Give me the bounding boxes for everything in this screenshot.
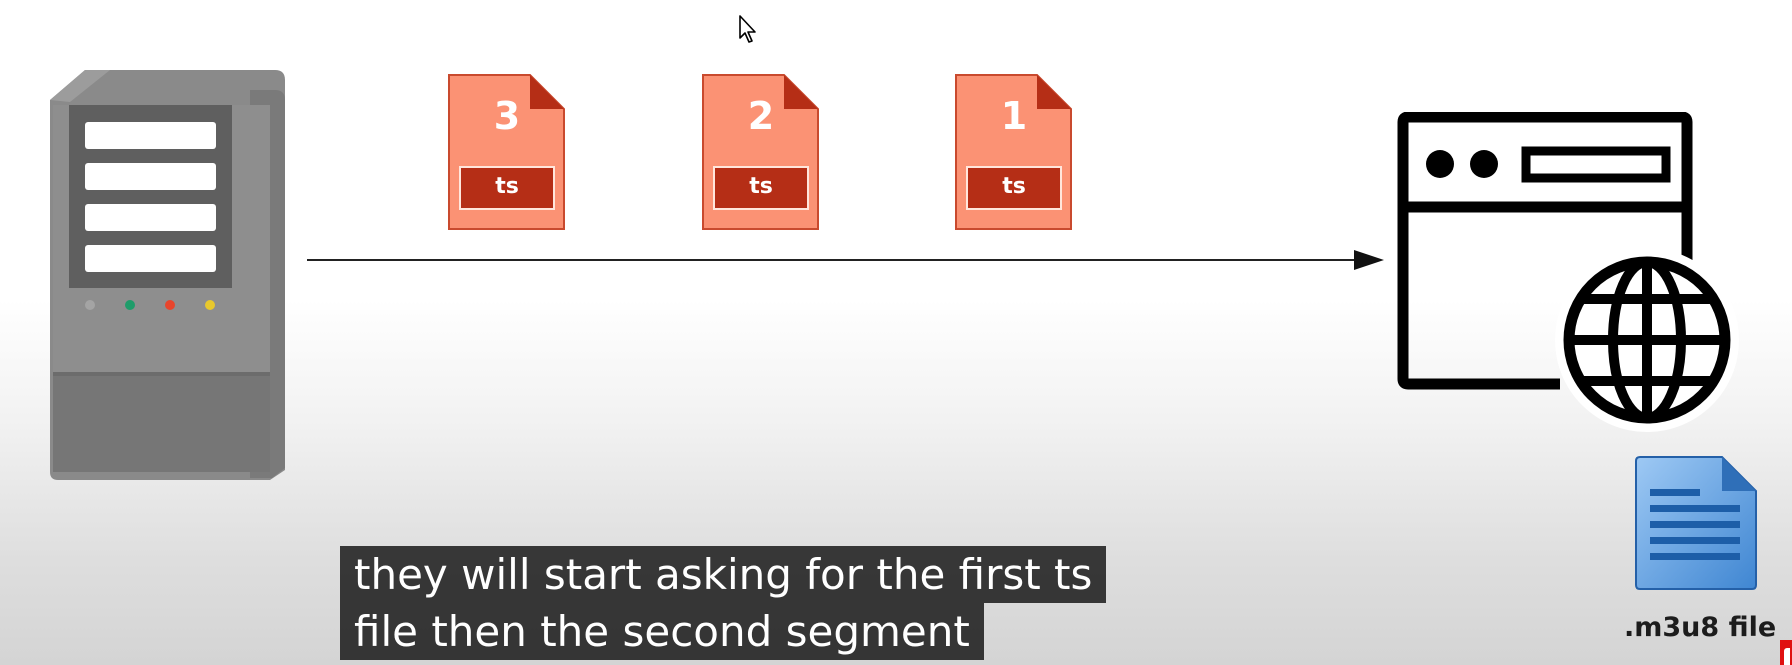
browser-globe-icon <box>1397 112 1739 432</box>
player-overlay-edge <box>1780 640 1792 665</box>
video-frame[interactable]: 3 ts 2 ts 1 ts .m3u8 file they will star… <box>0 0 1792 665</box>
mouse-cursor-icon <box>739 15 756 43</box>
m3u8-file-label: .m3u8 file <box>1624 612 1777 643</box>
segment-number: 3 <box>493 94 521 138</box>
subtitle-line-1: they will start asking for the first ts <box>340 546 1107 603</box>
document-icon <box>1635 456 1757 590</box>
subtitle-caption: they will start asking for the first ts … <box>340 546 1107 660</box>
ts-file-2: 2 ts <box>702 74 820 230</box>
segment-number: 2 <box>747 94 775 138</box>
segment-tag: ts <box>1002 174 1026 199</box>
segment-number: 1 <box>1000 94 1028 138</box>
ts-file-3: 3 ts <box>448 74 566 230</box>
segment-tag: ts <box>495 174 519 199</box>
arrow-icon <box>307 250 1384 270</box>
subtitle-line-2: file then the second segment <box>340 603 984 660</box>
ts-file-1: 1 ts <box>955 74 1073 230</box>
segment-tag: ts <box>749 174 773 199</box>
server-icon <box>50 70 285 480</box>
